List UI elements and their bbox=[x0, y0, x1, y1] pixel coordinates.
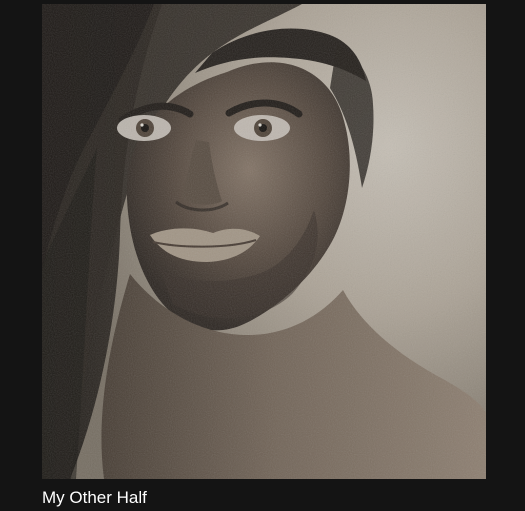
artwork-title: My Other Half bbox=[42, 488, 147, 507]
portrait-artwork bbox=[42, 4, 486, 479]
artwork-image[interactable] bbox=[42, 4, 486, 479]
artwork-page: My Other Half bbox=[0, 0, 525, 511]
